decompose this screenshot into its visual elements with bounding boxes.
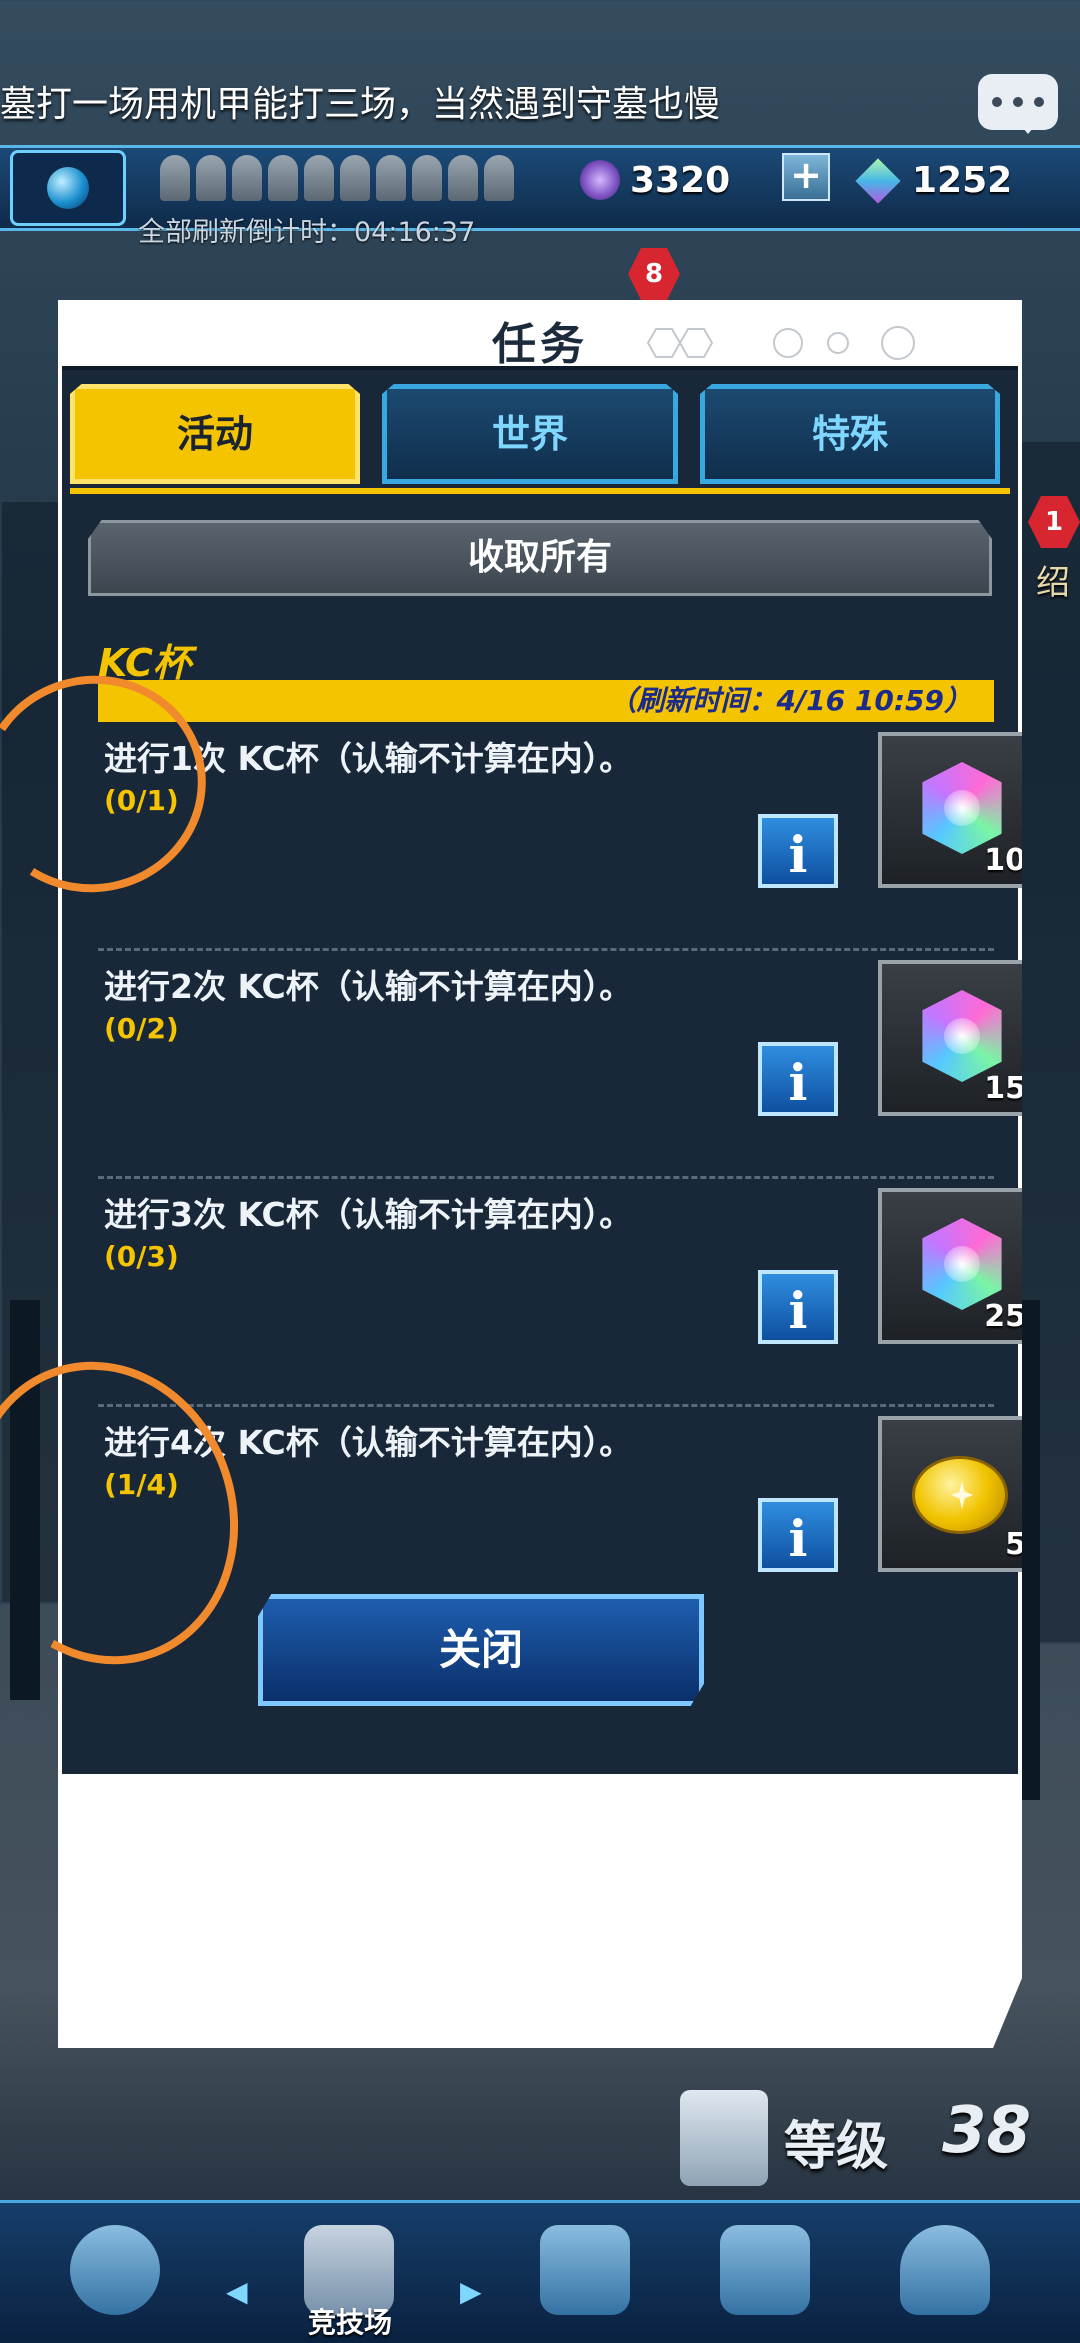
nav-arena[interactable]: ◀ 竞技场 ▶ <box>226 2215 482 2339</box>
info-button[interactable]: i <box>758 814 838 888</box>
globe-icon <box>47 167 89 209</box>
side-menu-label[interactable]: 绍 <box>1036 555 1070 604</box>
reward-slot[interactable]: 25 <box>878 1188 1026 1344</box>
info-button[interactable]: i <box>758 1042 838 1116</box>
claim-all-button[interactable]: 收取所有 <box>88 520 992 596</box>
reward-slot[interactable]: 15 <box>878 960 1026 1116</box>
refresh-time: （刷新时间：4/16 10:59） <box>608 684 972 717</box>
globe-button[interactable] <box>10 150 126 226</box>
reward-quantity: 15 <box>984 1071 1026 1106</box>
gem-currency-value: 3320 <box>630 160 731 201</box>
task-progress: (0/3) <box>104 1240 179 1273</box>
hex-decoration-icon <box>646 326 915 360</box>
tab-special[interactable]: 特殊 <box>700 384 1000 484</box>
add-currency-button[interactable]: + <box>782 153 830 201</box>
reward-quantity: 10 <box>984 843 1026 878</box>
shop-cart-icon <box>540 2225 630 2315</box>
coin-icon <box>912 1456 1008 1534</box>
nav-label: 竞技场 <box>307 2306 392 2339</box>
tab-underline <box>70 488 1010 494</box>
reward-slot[interactable]: 5 <box>878 1416 1022 1572</box>
divider <box>98 1176 994 1179</box>
emblem-icon <box>900 2225 990 2315</box>
nav-duelist[interactable] <box>40 2215 190 2335</box>
cards-icon <box>720 2225 810 2315</box>
task-progress: (0/2) <box>104 1012 179 1045</box>
tab-world[interactable]: 世界 <box>382 384 678 484</box>
chat-bubble-icon[interactable] <box>978 74 1058 134</box>
section-bar: （刷新时间：4/16 10:59） <box>98 680 994 722</box>
level-value: 38 <box>942 2094 1032 2168</box>
arrow-right-icon[interactable]: ▶ <box>460 2275 482 2308</box>
nav-emblem[interactable] <box>870 2215 1020 2335</box>
missions-dialog: 任务 活动 世界 特殊 收取所有 KC杯 （刷新时间：4/16 10:59） 进… <box>58 300 1022 2048</box>
crystal-currency-value: 1252 <box>912 160 1013 201</box>
friend-slots <box>160 155 514 201</box>
divider <box>98 1404 994 1407</box>
task-description: 进行3次 KC杯（认输不计算在内）。 <box>104 1195 633 1234</box>
close-button[interactable]: 关闭 <box>258 1594 704 1706</box>
reward-quantity: 25 <box>984 1299 1026 1334</box>
chat-ticker: 墓打一场用机甲能打三场，当然遇到守墓也慢 <box>0 84 721 125</box>
refresh-countdown: 全部刷新倒计时：04:16:37 <box>138 217 476 248</box>
task-row: 进行3次 KC杯（认输不计算在内）。 (0/3) i 25 <box>98 1188 1022 1416</box>
nav-deck[interactable] <box>690 2215 840 2335</box>
player-level[interactable]: 等级 38 <box>660 2090 1080 2200</box>
reward-slot[interactable]: 10 <box>878 732 1026 888</box>
info-button[interactable]: i <box>758 1270 838 1344</box>
gem-icon <box>922 990 1002 1082</box>
bottom-nav: ◀ 竞技场 ▶ <box>0 2200 1080 2343</box>
task-row: 进行2次 KC杯（认输不计算在内）。 (0/2) i 15 <box>98 960 1022 1188</box>
mission-tabs: 活动 世界 特殊 <box>70 384 1010 492</box>
task-row: 进行1次 KC杯（认输不计算在内）。 (0/1) i 10 <box>98 732 1022 960</box>
info-button[interactable]: i <box>758 1498 838 1572</box>
task-description: 进行2次 KC杯（认输不计算在内）。 <box>104 967 633 1006</box>
gear-duelist-icon <box>70 2225 160 2315</box>
nav-shop[interactable] <box>510 2215 660 2335</box>
divider <box>98 948 994 951</box>
tab-event[interactable]: 活动 <box>70 384 360 484</box>
gem-icon <box>922 762 1002 854</box>
gem-icon <box>922 1218 1002 1310</box>
deck-icon <box>680 2090 768 2186</box>
gem-currency-icon <box>580 160 620 200</box>
level-label: 等级 <box>784 2117 889 2177</box>
